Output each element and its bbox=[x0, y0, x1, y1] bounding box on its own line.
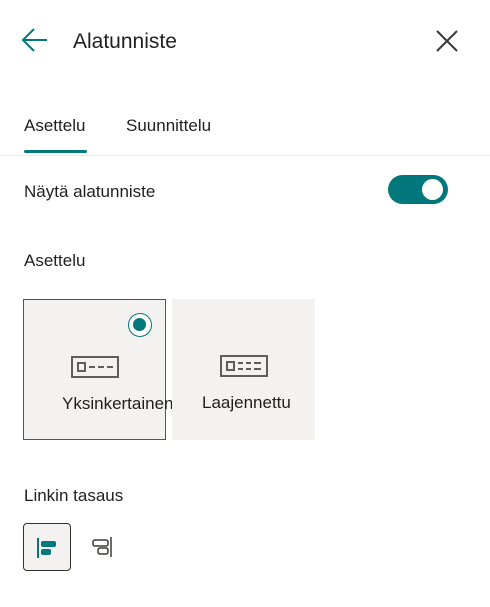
show-footer-label: Näytä alatunniste bbox=[24, 182, 156, 201]
layout-heading: Asettelu bbox=[24, 251, 86, 270]
close-button[interactable] bbox=[430, 25, 464, 59]
tab-asettelu[interactable]: Asettelu bbox=[24, 116, 85, 136]
align-left-icon bbox=[37, 538, 56, 558]
show-footer-toggle[interactable] bbox=[388, 175, 448, 204]
tab-bar: Asettelu Suunnittelu bbox=[0, 112, 490, 156]
selected-radio-icon bbox=[128, 313, 152, 337]
panel-header: Alatunniste bbox=[0, 0, 490, 90]
tab-suunnittelu[interactable]: Suunnittelu bbox=[126, 116, 211, 136]
align-left-button[interactable] bbox=[23, 523, 71, 571]
back-arrow-icon bbox=[21, 28, 47, 52]
simple-footer-icon bbox=[71, 356, 119, 378]
toggle-knob bbox=[422, 179, 443, 200]
layout-option-label: Laajennettu bbox=[202, 393, 291, 412]
layout-option-extended[interactable]: Laajennettu bbox=[172, 299, 315, 440]
close-icon bbox=[436, 30, 458, 52]
layout-option-simple[interactable]: Yksinkertainen bbox=[23, 299, 174, 440]
extended-footer-icon bbox=[220, 355, 268, 377]
panel-title: Alatunniste bbox=[73, 30, 177, 53]
layout-option-label: Yksinkertainen bbox=[62, 394, 174, 413]
align-right-icon bbox=[92, 537, 112, 557]
active-tab-indicator bbox=[24, 150, 87, 153]
back-button[interactable] bbox=[18, 24, 52, 58]
align-right-button[interactable] bbox=[78, 523, 126, 571]
link-alignment-heading: Linkin tasaus bbox=[24, 486, 124, 505]
